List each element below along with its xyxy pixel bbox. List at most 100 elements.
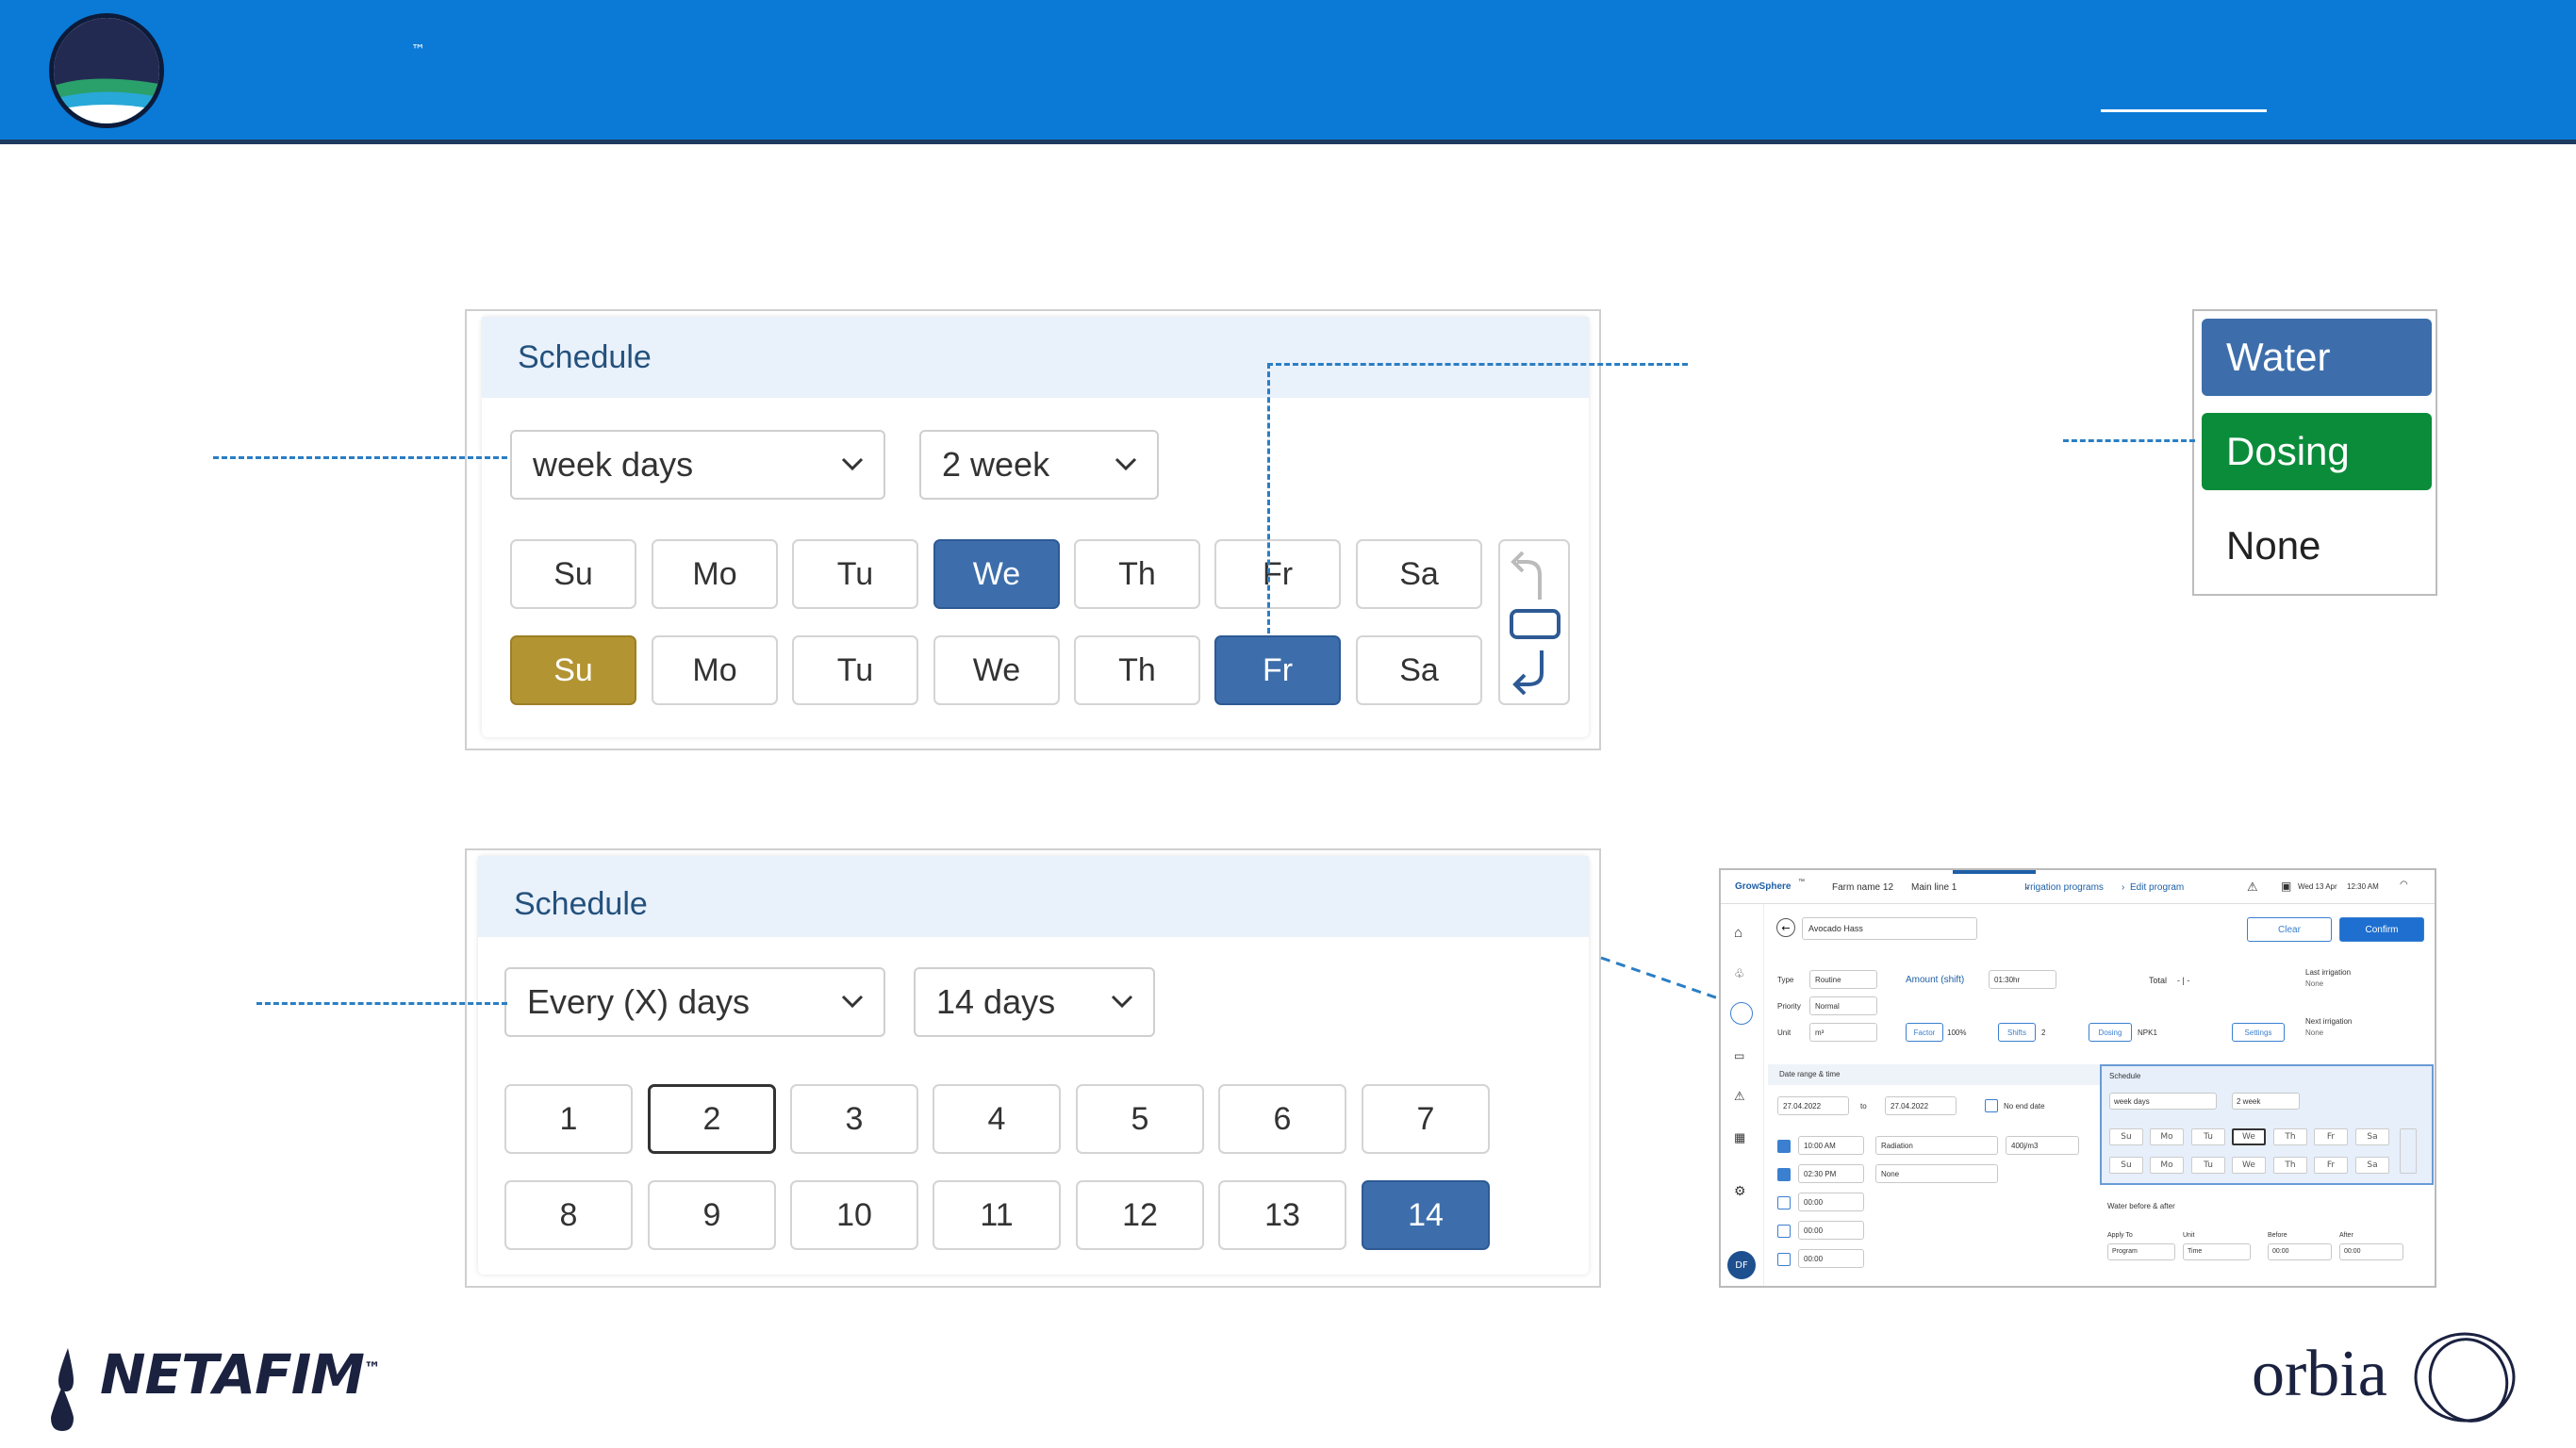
date-to-field[interactable]: 27.04.2022 <box>1885 1096 1957 1115</box>
mini-sidebar: ⌂ ♧ ▭ ⚠ ▦ ⚙ DF <box>1721 904 1764 1286</box>
apply-to-select[interactable]: Program <box>2107 1243 2175 1260</box>
irrigation-icon[interactable] <box>1730 1002 1753 1025</box>
priority-select[interactable]: Normal <box>1809 996 1877 1015</box>
week2-day-fr[interactable]: Fr <box>1214 635 1341 705</box>
week2-day-tu[interactable]: Tu <box>792 635 918 705</box>
mini-main-line: Main line 1 <box>1911 882 1957 893</box>
week1-day-fr[interactable]: Fr <box>1214 539 1341 609</box>
report-icon[interactable]: ▦ <box>1734 1130 1745 1145</box>
fertigation-icon[interactable]: ▭ <box>1734 1049 1744 1062</box>
program-name-field[interactable]: Avocado Hass <box>1802 917 1977 940</box>
day-button-12[interactable]: 12 <box>1076 1180 1204 1250</box>
dosing-button[interactable]: Dosing <box>2089 1023 2132 1042</box>
alert-icon[interactable]: ⚠ <box>1734 1089 1745 1104</box>
time-field[interactable]: 00:00 <box>1798 1249 1864 1268</box>
home-icon[interactable]: ⌂ <box>1734 925 1742 941</box>
avatar[interactable]: DF <box>1727 1251 1756 1279</box>
gear-icon[interactable]: ⚙ <box>1734 1183 1746 1199</box>
day-button-7[interactable]: 7 <box>1362 1084 1490 1154</box>
mini-topbar: GrowSphere ™ Farm name 12 Main line 1 ⌄ … <box>1721 870 2435 904</box>
after-field[interactable]: 00:00 <box>2339 1243 2403 1260</box>
mini-day[interactable]: Mo <box>2150 1157 2184 1174</box>
day-button-1[interactable]: 1 <box>504 1084 633 1154</box>
time-field[interactable]: 00:00 <box>1798 1221 1864 1240</box>
legend-water: Water <box>2202 319 2432 396</box>
mini-schedule-period[interactable]: 2 week <box>2232 1093 2300 1110</box>
condition-select[interactable]: Radiation <box>1875 1136 1998 1155</box>
day-button-2[interactable]: 2 <box>648 1084 776 1154</box>
day-button-14[interactable]: 14 <box>1362 1180 1490 1250</box>
day-button-8[interactable]: 8 <box>504 1180 633 1250</box>
mini-day[interactable]: Fr <box>2314 1128 2348 1145</box>
time-row-checkbox[interactable] <box>1777 1253 1791 1266</box>
week1-day-tu[interactable]: Tu <box>792 539 918 609</box>
mini-day[interactable]: We <box>2232 1157 2266 1174</box>
period-dropdown[interactable]: 2 week <box>919 430 1159 500</box>
time-value: 00:00 <box>1804 1255 1824 1263</box>
day-button-13[interactable]: 13 <box>1218 1180 1346 1250</box>
day-button-11[interactable]: 11 <box>933 1180 1061 1250</box>
confirm-button[interactable]: Confirm <box>2339 917 2424 942</box>
no-end-date-checkbox[interactable] <box>1985 1099 1998 1112</box>
settings-button[interactable]: Settings <box>2232 1023 2285 1042</box>
mini-day[interactable]: We <box>2232 1128 2266 1145</box>
mini-day[interactable]: Th <box>2273 1128 2307 1145</box>
clear-button[interactable]: Clear <box>2247 917 2332 942</box>
mini-crumb-1[interactable]: Irrigation programs <box>2024 882 2104 893</box>
shifts-button[interactable]: Shifts <box>1998 1023 2036 1042</box>
mini-crumb-2[interactable]: Edit program <box>2130 882 2184 893</box>
day-button-6[interactable]: 6 <box>1218 1084 1346 1154</box>
period-dropdown[interactable]: 14 days <box>914 967 1155 1037</box>
time-row-checkbox[interactable] <box>1777 1196 1791 1209</box>
repeat-type-dropdown[interactable]: week days <box>510 430 885 500</box>
condition-value-field[interactable]: 400j/m3 <box>2006 1136 2079 1155</box>
week2-day-mo[interactable]: Mo <box>652 635 778 705</box>
repeat-week-control[interactable] <box>1498 539 1570 705</box>
repeat-type-dropdown[interactable]: Every (X) days <box>504 967 885 1037</box>
week2-day-su[interactable]: Su <box>510 635 636 705</box>
day-button-10[interactable]: 10 <box>790 1180 918 1250</box>
mini-day[interactable]: Su <box>2109 1128 2143 1145</box>
header-underline <box>2101 109 2267 112</box>
time-field[interactable]: 00:00 <box>1798 1193 1864 1211</box>
time-row-checkbox[interactable] <box>1777 1140 1791 1153</box>
mini-day[interactable]: Fr <box>2314 1157 2348 1174</box>
week1-day-sa[interactable]: Sa <box>1356 539 1482 609</box>
mini-day[interactable]: Sa <box>2355 1157 2389 1174</box>
time-field[interactable]: 02:30 PM <box>1798 1164 1864 1183</box>
plant-icon[interactable]: ♧ <box>1734 966 1745 981</box>
day-button-4[interactable]: 4 <box>933 1084 1061 1154</box>
mini-schedule-type[interactable]: week days <box>2109 1093 2217 1110</box>
mini-day[interactable]: Tu <box>2191 1157 2225 1174</box>
week1-day-th[interactable]: Th <box>1074 539 1200 609</box>
mini-day[interactable]: Su <box>2109 1157 2143 1174</box>
week1-day-su[interactable]: Su <box>510 539 636 609</box>
condition-select[interactable]: None <box>1875 1164 1998 1183</box>
week1-day-mo[interactable]: Mo <box>652 539 778 609</box>
type-select[interactable]: Routine <box>1809 970 1877 989</box>
mini-day[interactable]: Th <box>2273 1157 2307 1174</box>
day-button-3[interactable]: 3 <box>790 1084 918 1154</box>
amount-field[interactable]: 01:30hr <box>1989 970 2056 989</box>
time-field[interactable]: 10:00 AM <box>1798 1136 1864 1155</box>
day-button-9[interactable]: 9 <box>648 1180 776 1250</box>
mini-day[interactable]: Tu <box>2191 1128 2225 1145</box>
back-arrow-icon[interactable]: ← <box>1776 918 1795 937</box>
time-row-checkbox[interactable] <box>1777 1225 1791 1238</box>
time-row-checkbox[interactable] <box>1777 1168 1791 1181</box>
week1-day-we[interactable]: We <box>933 539 1060 609</box>
mini-day[interactable]: Sa <box>2355 1128 2389 1145</box>
day-button-5[interactable]: 5 <box>1076 1084 1204 1154</box>
unit2-select[interactable]: Time <box>2183 1243 2251 1260</box>
mini-day[interactable]: Mo <box>2150 1128 2184 1145</box>
before-field[interactable]: 00:00 <box>2268 1243 2332 1260</box>
week2-day-th[interactable]: Th <box>1074 635 1200 705</box>
week2-day-sa[interactable]: Sa <box>1356 635 1482 705</box>
week2-day-we[interactable]: We <box>933 635 1060 705</box>
warning-icon[interactable]: ⚠ <box>2247 880 2258 895</box>
factor-button[interactable]: Factor <box>1906 1023 1943 1042</box>
orbia-mark-icon <box>2414 1332 2516 1423</box>
unit-select[interactable]: m³ <box>1809 1023 1877 1042</box>
date-from-field[interactable]: 27.04.2022 <box>1777 1096 1849 1115</box>
mini-repeat-control[interactable] <box>2400 1128 2417 1174</box>
